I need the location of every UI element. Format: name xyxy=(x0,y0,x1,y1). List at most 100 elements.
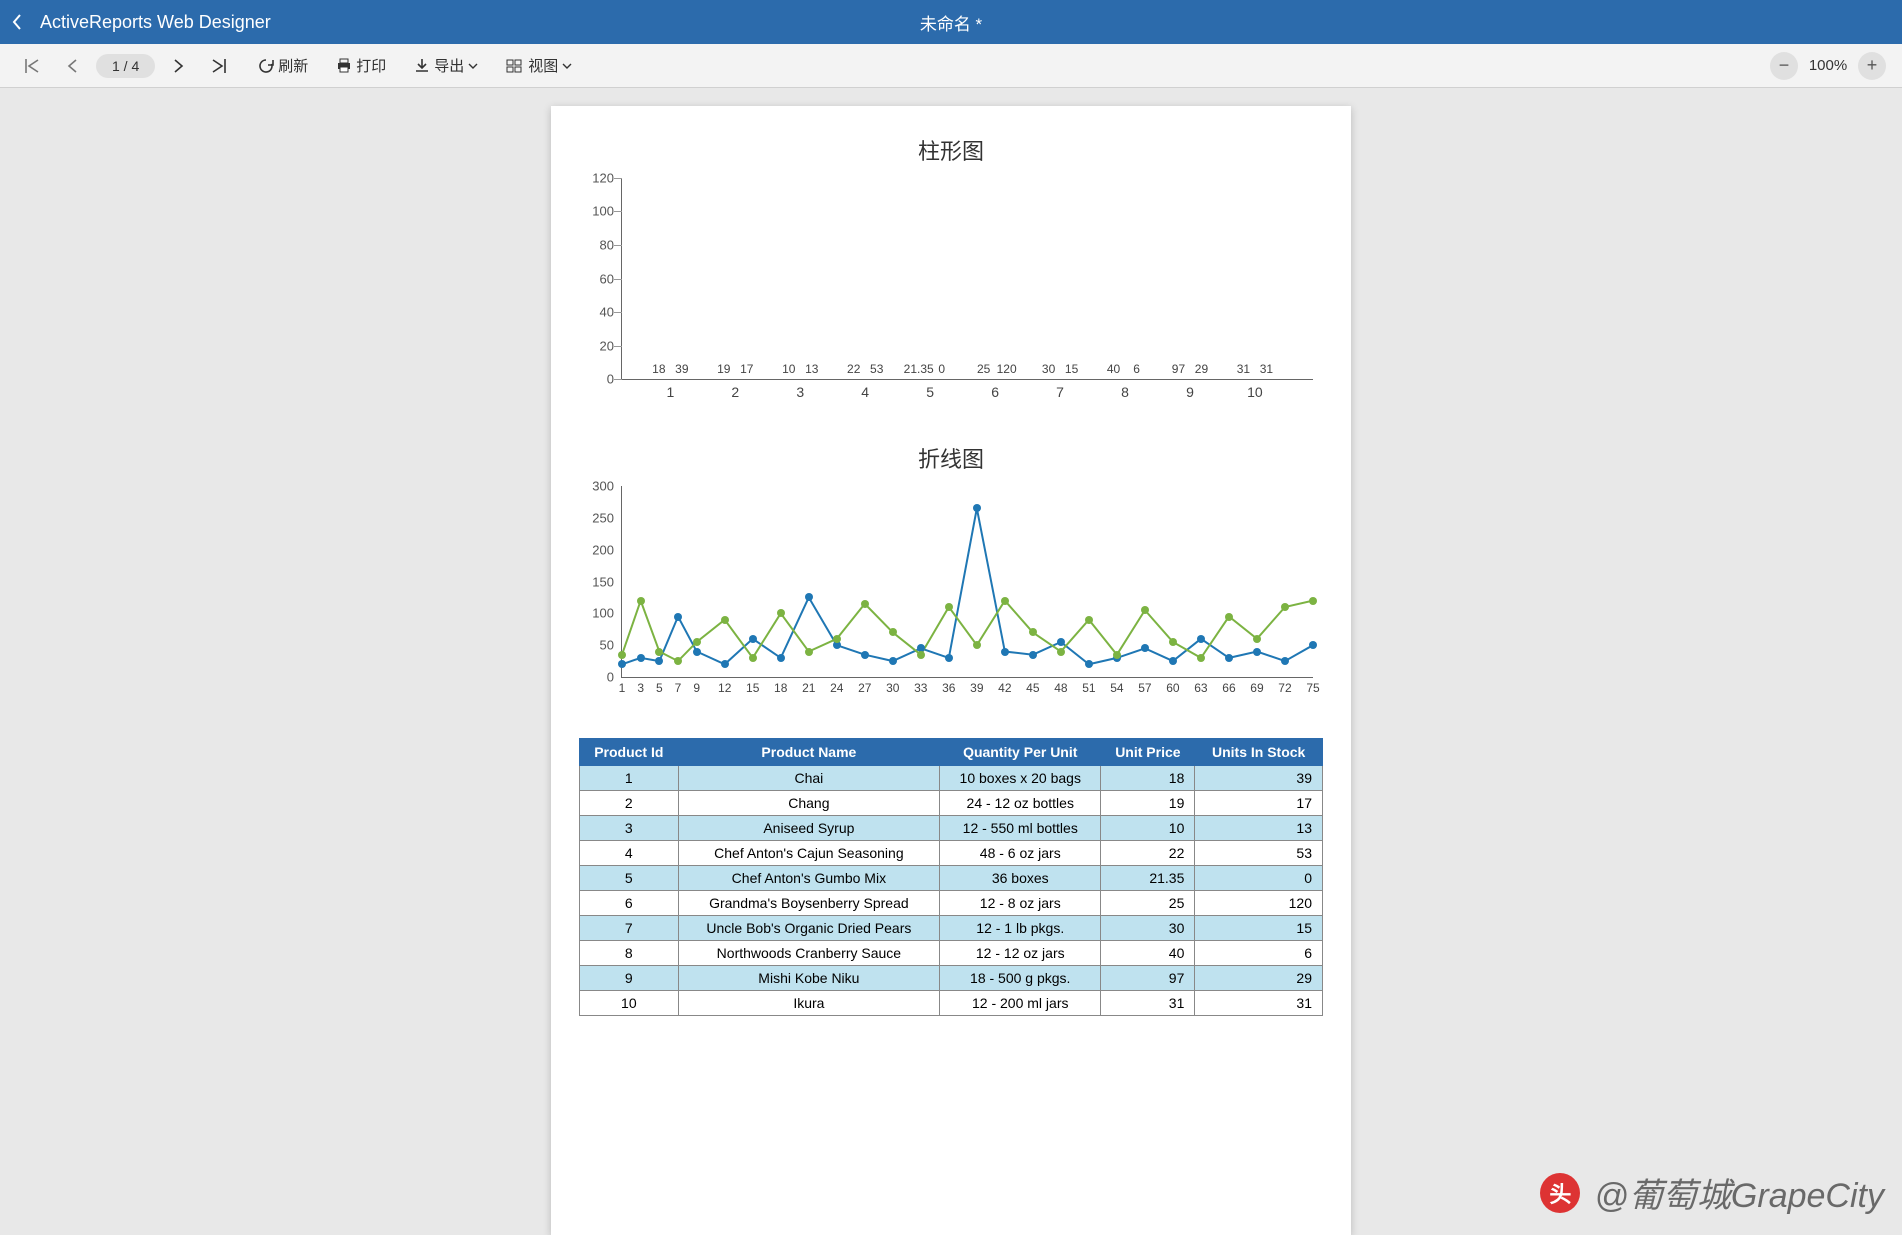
view-button[interactable]: 视图 xyxy=(500,50,578,82)
first-page-button[interactable] xyxy=(15,50,49,82)
export-label: 导出 xyxy=(434,55,464,76)
bar-value-label: 0 xyxy=(938,362,945,376)
table-cell: 31 xyxy=(1101,991,1195,1016)
last-page-button[interactable] xyxy=(202,50,236,82)
table-cell: 39 xyxy=(1195,766,1323,791)
x-tick-label: 36 xyxy=(942,681,955,695)
document-title: 未命名 * xyxy=(920,10,982,35)
line-point xyxy=(1057,638,1065,646)
bar-value-label: 30 xyxy=(1042,362,1055,376)
bar-chart-title: 柱形图 xyxy=(579,134,1323,166)
download-icon xyxy=(414,58,430,74)
line-chart-title: 折线图 xyxy=(579,442,1323,474)
page-indicator[interactable]: 1 / 4 xyxy=(96,54,155,78)
bar-value-label: 25 xyxy=(977,362,990,376)
refresh-button[interactable]: 刷新 xyxy=(252,50,314,82)
x-tick-label: 57 xyxy=(1138,681,1151,695)
zoom-value: 100% xyxy=(1802,57,1854,74)
y-tick-label: 300 xyxy=(592,479,622,494)
bar-value-label: 15 xyxy=(1065,362,1078,376)
bar-value-label: 13 xyxy=(805,362,818,376)
product-table: Product IdProduct NameQuantity Per UnitU… xyxy=(579,738,1323,1016)
table-cell: 21.35 xyxy=(1101,866,1195,891)
table-cell: Northwoods Cranberry Sauce xyxy=(678,941,939,966)
line-point xyxy=(721,616,729,624)
table-header: Unit Price xyxy=(1101,739,1195,766)
line-point xyxy=(1113,651,1121,659)
table-row: 2Chang24 - 12 oz bottles1917 xyxy=(580,791,1323,816)
bar-value-label: 18 xyxy=(652,362,665,376)
table-cell: Chai xyxy=(678,766,939,791)
table-row: 7Uncle Bob's Organic Dried Pears12 - 1 l… xyxy=(580,916,1323,941)
back-button[interactable] xyxy=(12,14,40,30)
x-tick-label: 4 xyxy=(861,384,869,400)
x-tick-label: 12 xyxy=(718,681,731,695)
bar-value-label: 53 xyxy=(870,362,883,376)
app-header: ActiveReports Web Designer 未命名 * xyxy=(0,0,1902,44)
prev-page-button[interactable] xyxy=(55,50,89,82)
bar-value-label: 31 xyxy=(1237,362,1250,376)
x-tick-label: 63 xyxy=(1194,681,1207,695)
line-point xyxy=(917,651,925,659)
table-cell: 29 xyxy=(1195,966,1323,991)
x-tick-label: 33 xyxy=(914,681,927,695)
table-cell: 0 xyxy=(1195,866,1323,891)
bar-chart: 0204060801001201839119172101332253421.35… xyxy=(579,172,1323,412)
x-tick-label: 30 xyxy=(886,681,899,695)
line-point xyxy=(833,635,841,643)
table-cell: Chang xyxy=(678,791,939,816)
table-cell: 1 xyxy=(580,766,679,791)
table-cell: 12 - 550 ml bottles xyxy=(940,816,1101,841)
workspace[interactable]: 柱形图 020406080100120183911917210133225342… xyxy=(0,88,1902,1235)
table-cell: 2 xyxy=(580,791,679,816)
line-point xyxy=(1197,635,1205,643)
next-page-button[interactable] xyxy=(162,50,196,82)
table-cell: Ikura xyxy=(678,991,939,1016)
bar-value-label: 39 xyxy=(675,362,688,376)
table-cell: 9 xyxy=(580,966,679,991)
x-tick-label: 42 xyxy=(998,681,1011,695)
export-button[interactable]: 导出 xyxy=(408,50,484,82)
table-row: 9Mishi Kobe Niku18 - 500 g pkgs.9729 xyxy=(580,966,1323,991)
x-tick-label: 7 xyxy=(1056,384,1064,400)
table-cell: 13 xyxy=(1195,816,1323,841)
view-label: 视图 xyxy=(528,55,558,76)
line-point xyxy=(1225,654,1233,662)
bar-value-label: 120 xyxy=(997,362,1017,376)
zoom-out-button[interactable]: − xyxy=(1770,52,1798,80)
line-point xyxy=(1001,648,1009,656)
bar-value-label: 21.35 xyxy=(904,362,934,376)
table-cell: 12 - 8 oz jars xyxy=(940,891,1101,916)
table-row: 4Chef Anton's Cajun Seasoning48 - 6 oz j… xyxy=(580,841,1323,866)
table-cell: 5 xyxy=(580,866,679,891)
bar-value-label: 10 xyxy=(782,362,795,376)
table-cell: 53 xyxy=(1195,841,1323,866)
x-tick-label: 15 xyxy=(746,681,759,695)
bar-value-label: 19 xyxy=(717,362,730,376)
line-point xyxy=(1225,613,1233,621)
table-cell: Chef Anton's Cajun Seasoning xyxy=(678,841,939,866)
x-tick-label: 10 xyxy=(1247,384,1263,400)
table-cell: 18 - 500 g pkgs. xyxy=(940,966,1101,991)
bar-value-label: 29 xyxy=(1195,362,1208,376)
print-button[interactable]: 打印 xyxy=(330,50,392,82)
zoom-in-button[interactable]: + xyxy=(1858,52,1886,80)
line-point xyxy=(1169,657,1177,665)
bar-value-label: 31 xyxy=(1260,362,1273,376)
refresh-icon xyxy=(258,58,274,74)
table-cell: 15 xyxy=(1195,916,1323,941)
x-tick-label: 45 xyxy=(1026,681,1039,695)
x-tick-label: 60 xyxy=(1166,681,1179,695)
print-icon xyxy=(336,58,352,74)
line-point xyxy=(1029,651,1037,659)
x-tick-label: 5 xyxy=(926,384,934,400)
line-point xyxy=(777,654,785,662)
table-cell: 3 xyxy=(580,816,679,841)
x-tick-label: 72 xyxy=(1278,681,1291,695)
line-point xyxy=(1057,648,1065,656)
report-page: 柱形图 020406080100120183911917210133225342… xyxy=(551,106,1351,1235)
table-cell: 40 xyxy=(1101,941,1195,966)
x-tick-label: 9 xyxy=(1186,384,1194,400)
table-cell: 31 xyxy=(1195,991,1323,1016)
x-tick-label: 75 xyxy=(1306,681,1319,695)
